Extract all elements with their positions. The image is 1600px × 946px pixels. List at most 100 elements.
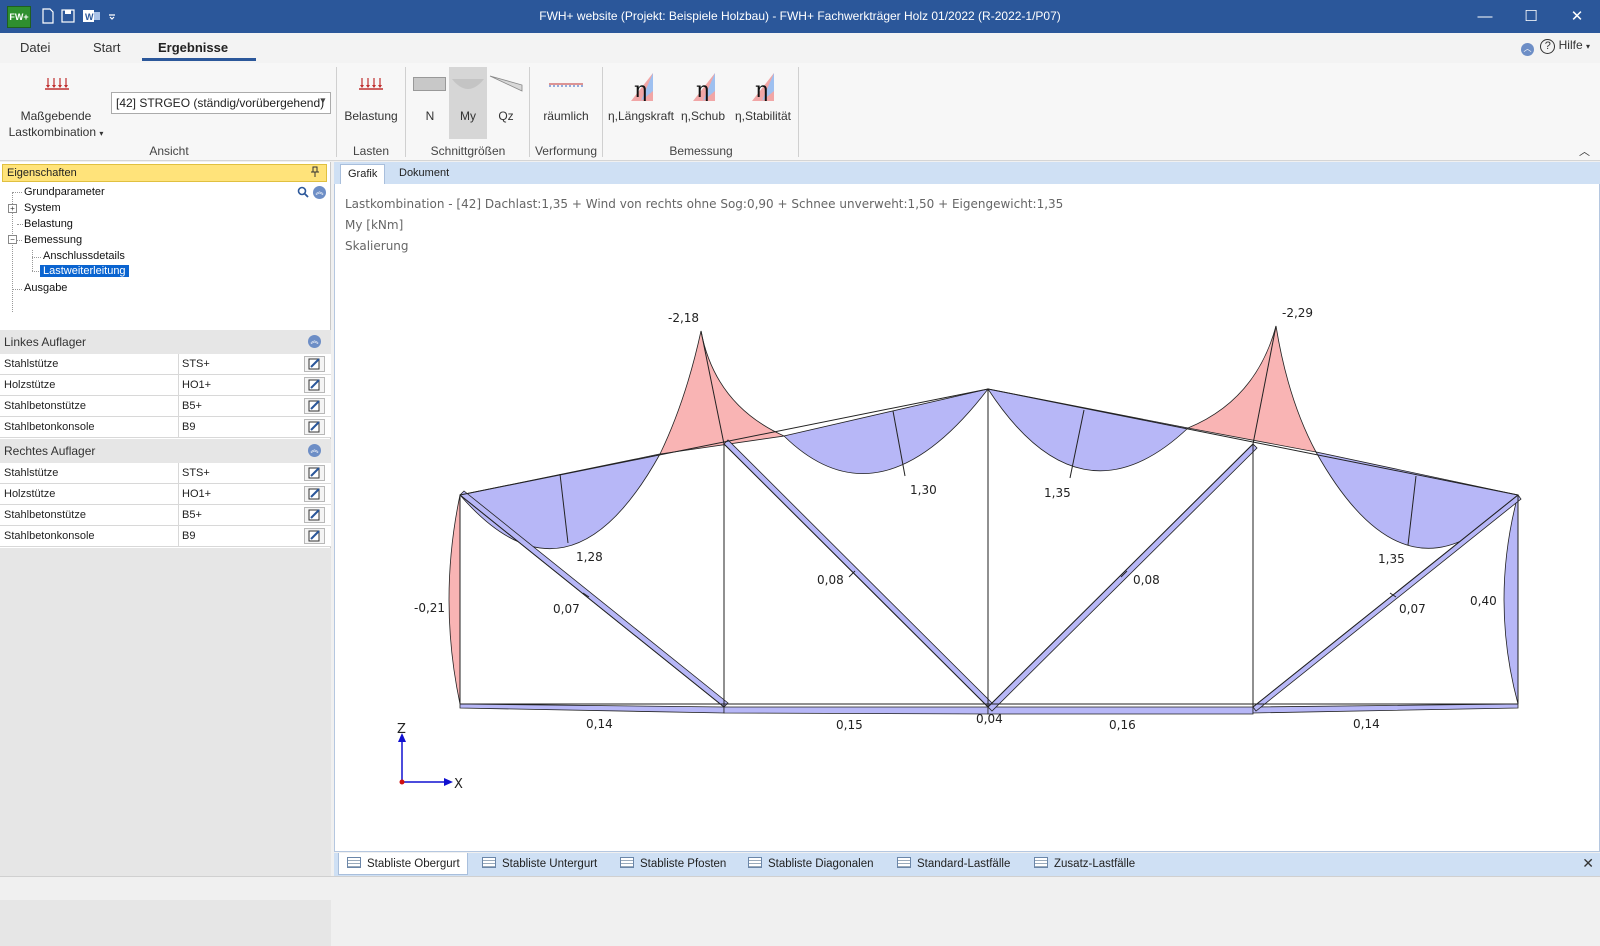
raeumlich-button[interactable]: räumlich xyxy=(533,67,599,139)
expand-icon[interactable]: + xyxy=(8,204,17,213)
new-file-icon[interactable] xyxy=(40,8,56,24)
prop-value[interactable]: B5+ xyxy=(182,509,202,521)
prop-value[interactable]: STS+ xyxy=(182,358,210,370)
moment-label: 0,08 xyxy=(1133,573,1160,587)
prop-row: Stahlbetonkonsole B9 xyxy=(0,417,331,438)
edit-button[interactable] xyxy=(304,419,325,435)
edit-button[interactable] xyxy=(304,356,325,372)
edit-button[interactable] xyxy=(304,377,325,393)
prop-value[interactable]: STS+ xyxy=(182,467,210,479)
group-label-schnittgroessen: Schnittgrößen xyxy=(430,144,506,158)
collapse-all-icon[interactable]: ︽ xyxy=(313,186,326,199)
tab-start[interactable]: Start xyxy=(93,40,120,55)
tab-stabliste-untergurt[interactable]: Stabliste Untergurt xyxy=(474,853,606,875)
tree-item-system[interactable]: System xyxy=(24,202,61,214)
group-separator xyxy=(405,67,406,157)
save-icon[interactable] xyxy=(60,8,76,24)
tree-guide xyxy=(12,192,22,193)
eta-stabilitaet-button[interactable]: η η,Stabilität xyxy=(730,67,796,139)
tab-label: Stabliste Untergurt xyxy=(502,858,598,870)
search-icon[interactable] xyxy=(297,186,309,198)
word-export-icon[interactable]: W xyxy=(82,8,102,24)
close-bottom-panel-icon[interactable]: ✕ xyxy=(1582,855,1594,872)
help-icon[interactable]: ? xyxy=(1540,39,1556,54)
tab-grafik[interactable]: Grafik xyxy=(340,164,386,184)
tree-item-grundparameter[interactable]: Grundparameter xyxy=(24,186,105,198)
combo-arrow-icon[interactable]: ▼ xyxy=(319,96,327,105)
prop-name: Stahlbetonkonsole xyxy=(4,530,95,542)
app-icon[interactable]: FW+ xyxy=(7,6,31,28)
up-circle-icon[interactable]: ︿ xyxy=(1520,43,1534,56)
moment-area-positive xyxy=(723,439,993,708)
tree-item-ausgabe[interactable]: Ausgabe xyxy=(24,282,67,294)
table-icon xyxy=(897,857,911,868)
minimize-button[interactable]: — xyxy=(1462,0,1508,33)
moment-label: 0,08 xyxy=(817,573,844,587)
prop-row: Stahlbetonstütze B5+ xyxy=(0,396,331,417)
tree-item-lastweiterleitung[interactable]: Lastweiterleitung xyxy=(40,265,129,277)
tab-standard-lastfaelle[interactable]: Standard-Lastfälle xyxy=(889,853,1023,875)
properties-panel: Eigenschaften + − Grundparameter System … xyxy=(0,162,331,946)
massgebende-label: Maßgebende xyxy=(20,109,92,123)
moment-icon xyxy=(452,79,484,89)
help-label[interactable]: Hilfe xyxy=(1559,38,1583,52)
tree-guide xyxy=(17,224,23,225)
eta-laengskraft-button[interactable]: η η,Längskraft xyxy=(606,67,676,139)
pin-icon[interactable] xyxy=(310,166,320,181)
edit-button[interactable] xyxy=(304,507,325,523)
prop-name: Stahlstütze xyxy=(4,358,59,370)
tree-item-bemessung[interactable]: Bemessung xyxy=(24,234,82,246)
load-combination-select[interactable]: [42] STRGEO (ständig/vorübergehend) ▼ xyxy=(111,92,331,114)
eta-laengskraft-label: η,Längskraft xyxy=(607,109,675,123)
section-linkes-auflager[interactable]: Linkes Auflager ︽ xyxy=(0,330,331,354)
table-icon xyxy=(620,857,634,868)
belastung-button[interactable]: Belastung xyxy=(340,67,402,139)
prop-value[interactable]: HO1+ xyxy=(182,488,211,500)
edit-button[interactable] xyxy=(304,486,325,502)
tree-item-anschlussdetails[interactable]: Anschlussdetails xyxy=(43,250,125,262)
moment-area-negative xyxy=(448,494,461,705)
edit-button[interactable] xyxy=(304,465,325,481)
prop-divider xyxy=(178,417,179,437)
edit-button[interactable] xyxy=(304,398,325,414)
tab-stabliste-obergurt[interactable]: Stabliste Obergurt xyxy=(338,853,468,875)
tab-zusatz-lastfaelle[interactable]: Zusatz-Lastfälle xyxy=(1026,853,1150,875)
collapse-ribbon-icon[interactable]: ︿ xyxy=(1579,143,1590,159)
tab-stabliste-diagonalen[interactable]: Stabliste Diagonalen xyxy=(740,853,888,875)
massgebende-lastkombination-button[interactable]: Maßgebende Lastkombination ▾ xyxy=(4,67,108,139)
close-button[interactable]: ✕ xyxy=(1554,0,1600,33)
tree-item-belastung[interactable]: Belastung xyxy=(24,218,73,230)
group-label-lasten: Lasten xyxy=(352,144,390,158)
prop-name: Holzstütze xyxy=(4,379,56,391)
collapse-section-icon[interactable]: ︽ xyxy=(308,444,321,457)
collapse-section-icon[interactable]: ︽ xyxy=(308,335,321,348)
tab-stabliste-pfosten[interactable]: Stabliste Pfosten xyxy=(612,853,737,875)
prop-value[interactable]: HO1+ xyxy=(182,379,211,391)
moment-label: 0,14 xyxy=(586,717,613,731)
tab-dokument[interactable]: Dokument xyxy=(392,164,456,184)
collapse-icon[interactable]: − xyxy=(8,235,17,244)
tab-ergebnisse[interactable]: Ergebnisse xyxy=(158,40,228,55)
table-icon xyxy=(748,857,762,868)
moment-area-positive xyxy=(459,453,661,550)
group-separator xyxy=(529,67,530,157)
prop-name: Stahlstütze xyxy=(4,467,59,479)
shear-qz-button[interactable]: Qz xyxy=(487,67,525,139)
eta-icon: η xyxy=(752,73,774,101)
tab-label: Stabliste Obergurt xyxy=(367,858,460,870)
moment-my-button[interactable]: My xyxy=(449,67,487,139)
edit-button[interactable] xyxy=(304,528,325,544)
customize-dropdown-icon[interactable] xyxy=(107,8,117,24)
table-icon xyxy=(1034,857,1048,868)
prop-value[interactable]: B5+ xyxy=(182,400,202,412)
section-rechtes-auflager[interactable]: Rechtes Auflager ︽ xyxy=(0,439,331,463)
prop-value[interactable]: B9 xyxy=(182,530,195,542)
help-area[interactable]: ︿ ? Hilfe ▾ xyxy=(1520,38,1590,56)
edit-icon xyxy=(308,400,320,412)
tab-datei[interactable]: Datei xyxy=(20,40,50,55)
prop-value[interactable]: B9 xyxy=(182,421,195,433)
eta-schub-button[interactable]: η η,Schub xyxy=(678,67,728,139)
maximize-button[interactable]: ☐ xyxy=(1508,0,1554,33)
normal-force-button[interactable]: N xyxy=(410,67,450,139)
truss-structure xyxy=(459,325,1519,708)
